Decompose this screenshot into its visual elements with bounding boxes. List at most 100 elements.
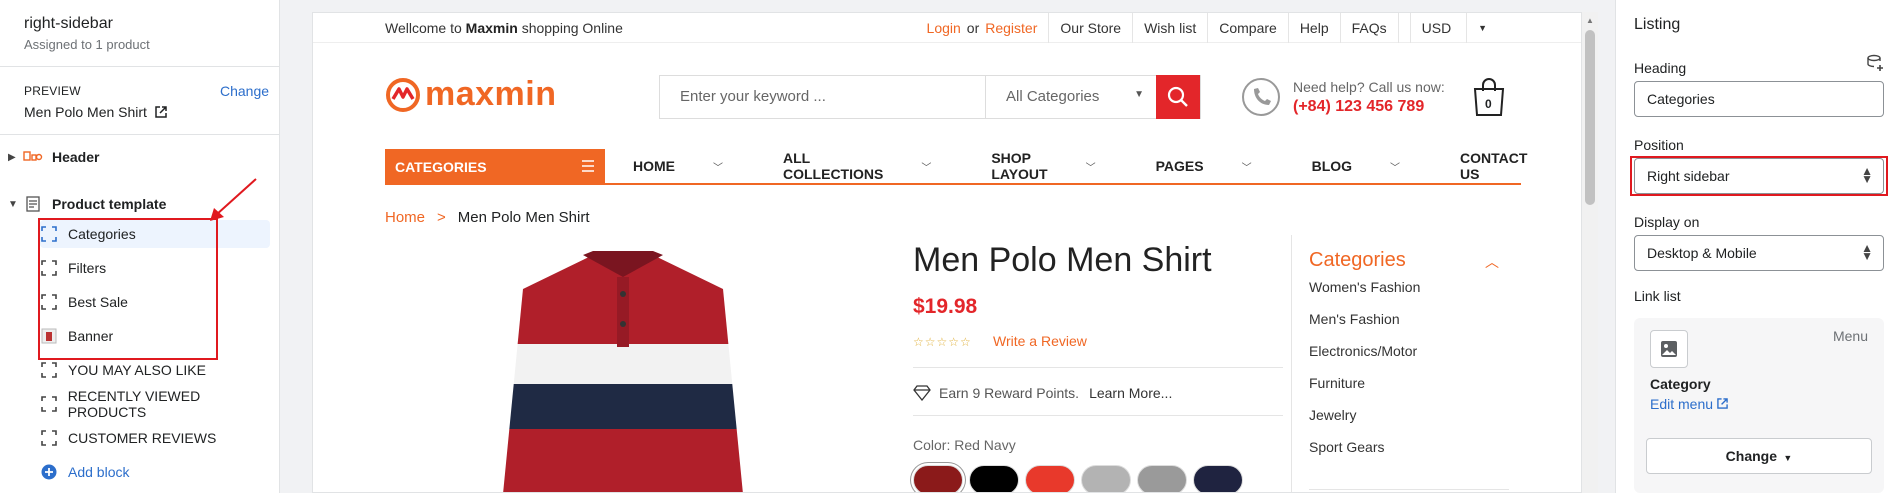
editor-gutter [280,0,294,493]
menu-item-home[interactable]: HOME ﹀ [633,158,753,174]
chevron-down-icon: ﹀ [1390,162,1401,174]
select-arrows-icon: ▲ ▼ [1861,241,1873,263]
menu-label: HOME [633,158,675,174]
breadcrumb-separator-icon: > [437,209,446,226]
sidebar-category-item[interactable]: Jewelry [1309,407,1356,423]
breadcrumb: Home > Men Polo Men Shirt [385,209,590,226]
preview-label: PREVIEW [24,84,81,98]
chevron-down-icon: ﹀ [1085,162,1096,174]
sidebar-category-item[interactable]: Women's Fashion [1309,279,1420,295]
sidebar-category-item[interactable]: Furniture [1309,375,1365,391]
categories-menu-button[interactable]: CATEGORIES [385,149,605,183]
block-you-may-also-like[interactable]: YOU MAY ALSO LIKE [40,356,206,384]
menu-item-pages[interactable]: PAGES ﹀ [1156,158,1282,174]
display-on-select[interactable]: Desktop & Mobile ▲ ▼ [1634,235,1884,271]
change-menu-button[interactable]: Change ▼ [1646,438,1872,474]
color-swatch[interactable] [913,465,963,492]
link-list-label: Link list [1634,288,1681,304]
panel-title: Listing [1634,16,1681,33]
product-image[interactable] [453,249,793,493]
dynamic-source-icon[interactable] [1866,54,1884,72]
preview-product[interactable]: Men Polo Men Shirt [24,104,167,120]
edit-menu-link[interactable]: Edit menu [1650,396,1728,412]
logo-mark-icon [386,77,420,112]
menu-type-label: Menu [1832,328,1868,344]
main-menu: HOME ﹀ ALL COLLECTIONS ﹀ SHOP LAYOUT ﹀ PAGE… [633,149,1581,183]
search-input[interactable]: Enter your keyword ... [660,76,986,118]
change-preview-button[interactable]: Change [220,83,269,99]
search-category-select[interactable]: All Categories ▼ [986,76,1156,118]
sidebar-category-item[interactable]: Sport Gears [1309,439,1384,455]
preview-scrollbar[interactable]: ▲ [1582,12,1598,493]
color-label: Color: Red Navy [913,437,1016,453]
breadcrumb-home[interactable]: Home [385,209,425,226]
color-swatch[interactable] [1193,465,1243,492]
currency-label: USD [1409,13,1463,43]
top-link-help[interactable]: Help [1287,13,1340,43]
currency-select[interactable]: USD ▼ [1397,13,1509,43]
color-swatch[interactable] [969,465,1019,492]
menu-label: BLOG [1311,158,1353,174]
block-icon [40,429,58,447]
product-title: Men Polo Men Shirt [913,241,1212,279]
scrollbar-thumb[interactable] [1585,30,1595,205]
scroll-up-icon[interactable]: ▲ [1586,16,1594,25]
add-block-button[interactable]: Add block [40,458,129,486]
register-link[interactable]: Register [985,20,1037,36]
menu-label: PAGES [1155,158,1204,174]
menu-item-contact-us[interactable]: CONTACT US [1460,150,1557,182]
edit-menu-label: Edit menu [1650,396,1714,412]
caret-down-icon[interactable]: ▼ [8,199,22,210]
welcome-suffix: shopping Online [521,20,623,36]
template-name: right-sidebar [24,15,113,32]
logo-text: maxmin [425,75,557,113]
color-swatch[interactable] [1081,465,1131,492]
chevron-up-icon[interactable]: ︿ [1485,252,1499,272]
top-bar: Wellcome to Maxmin shopping Online Login… [313,13,1581,43]
search-button[interactable] [1156,75,1200,119]
plus-circle-icon [40,463,58,481]
reward-text: Earn 9 Reward Points. [939,385,1080,401]
menu-item-shop-layout[interactable]: SHOP LAYOUT ﹀ [991,150,1125,182]
preview-product-label: Men Polo Men Shirt [24,104,147,120]
reward-points: Earn 9 Reward Points. Learn More... [913,385,1172,401]
add-block-label: Add block [68,464,130,480]
welcome-brand: Maxmin [465,20,518,36]
caret-right-icon[interactable]: ▶ [8,152,22,163]
menu-label: SHOP LAYOUT [991,150,1048,182]
color-swatch[interactable] [1025,465,1075,492]
sidebar-categories-title[interactable]: Categories [1309,249,1406,272]
cart-button[interactable]: 0 [1471,77,1507,120]
sidebar-category-item[interactable]: Electronics/Motor [1309,343,1417,359]
categories-button-label: CATEGORIES [395,159,487,175]
top-link-wish-list[interactable]: Wish list [1132,13,1207,43]
top-link-faqs[interactable]: FAQs [1339,13,1398,43]
top-link-compare[interactable]: Compare [1207,13,1288,43]
annotation-box [1630,156,1888,196]
chevron-down-icon: ﹀ [921,162,932,174]
sidebar-category-item[interactable]: Men's Fashion [1309,311,1400,327]
menu-item-all-collections[interactable]: ALL COLLECTIONS ﹀ [783,150,961,182]
block-recently-viewed[interactable]: RECENTLY VIEWED PRODUCTS [40,388,279,420]
learn-more-link[interactable]: Learn More... [1089,385,1172,401]
store-logo[interactable]: maxmin [385,75,557,114]
search-category-label: All Categories [1006,88,1100,105]
annotation-arrow-icon [210,178,257,221]
cart-count: 0 [1485,97,1492,111]
welcome-prefix: Wellcome to [385,20,462,36]
divider [1291,235,1292,492]
breadcrumb-current: Men Polo Men Shirt [457,209,590,226]
header-section[interactable]: ▶ Header [8,146,99,168]
image-placeholder-icon [1650,330,1688,368]
color-swatch[interactable] [1137,465,1187,492]
heading-input[interactable]: Categories [1634,81,1884,117]
write-review-link[interactable]: Write a Review [993,333,1087,349]
product-template-section[interactable]: ▼ Product template [8,193,166,215]
top-link-our-store[interactable]: Our Store [1048,13,1132,43]
login-link[interactable]: Login [927,20,961,36]
block-label: CUSTOMER REVIEWS [68,430,217,446]
menu-item-blog[interactable]: BLOG ﹀ [1312,158,1430,174]
search-icon [1167,86,1188,107]
product-price: $19.98 [913,295,978,318]
block-customer-reviews[interactable]: CUSTOMER REVIEWS [40,424,216,452]
